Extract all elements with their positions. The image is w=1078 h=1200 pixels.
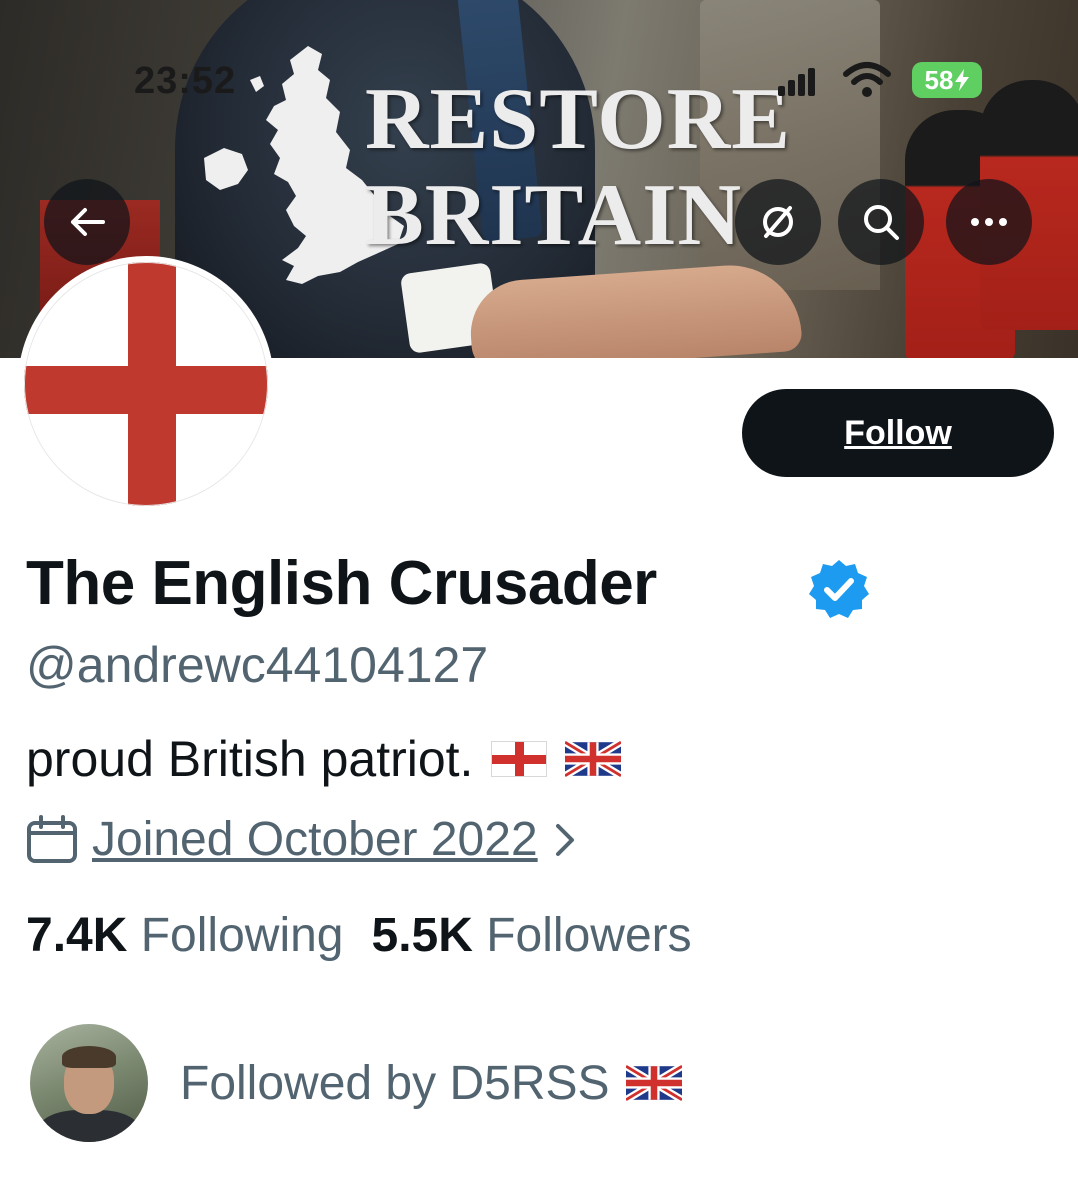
battery-level: 58: [924, 64, 954, 95]
followers-stat[interactable]: 5.5K Followers: [372, 908, 692, 963]
follow-button[interactable]: Follow: [742, 389, 1054, 477]
follow-stats: 7.4K Following 5.5K Followers: [26, 908, 692, 963]
following-stat[interactable]: 7.4K Following: [26, 908, 344, 963]
joined-link[interactable]: Joined October 2022: [92, 812, 538, 867]
grok-button[interactable]: [735, 179, 821, 265]
battery-indicator: 58: [912, 62, 982, 98]
followed-by-text: Followed by D5RSS: [180, 1056, 610, 1110]
user-handle: @andrewc44104127: [26, 637, 489, 693]
joined-date[interactable]: Joined October 2022: [26, 812, 578, 867]
england-flag-icon: [491, 741, 548, 777]
followed-by-text-row: Followed by D5RSS: [180, 1056, 682, 1111]
display-name: The English Crusader: [26, 549, 657, 618]
cellular-signal-icon: [778, 68, 815, 96]
chevron-right-icon: [555, 823, 574, 856]
verified-badge-icon[interactable]: [808, 558, 870, 620]
following-count: 7.4K: [26, 909, 128, 962]
bio: proud British patriot.: [26, 730, 622, 788]
more-button[interactable]: [946, 179, 1032, 265]
wifi-icon: [843, 62, 891, 97]
more-icon: [971, 218, 1007, 226]
calendar-icon: [27, 814, 77, 863]
status-time: 23:52: [134, 60, 237, 102]
uk-flag-icon: [625, 1065, 682, 1101]
search-icon: [864, 205, 899, 240]
followers-label: Followers: [486, 909, 692, 962]
charging-bolt-icon: [955, 69, 970, 91]
following-label: Following: [140, 909, 344, 962]
followed-by[interactable]: Followed by D5RSS: [30, 1024, 682, 1142]
arrow-left-icon: [71, 208, 105, 236]
uk-flag-icon: [565, 741, 622, 777]
bio-text: proud British patriot.: [26, 731, 474, 787]
profile-avatar[interactable]: [18, 256, 274, 512]
followers-count: 5.5K: [371, 909, 473, 962]
search-button[interactable]: [838, 179, 924, 265]
grok-icon: [763, 206, 793, 238]
follower-avatar[interactable]: [30, 1024, 148, 1142]
back-button[interactable]: [44, 179, 130, 265]
